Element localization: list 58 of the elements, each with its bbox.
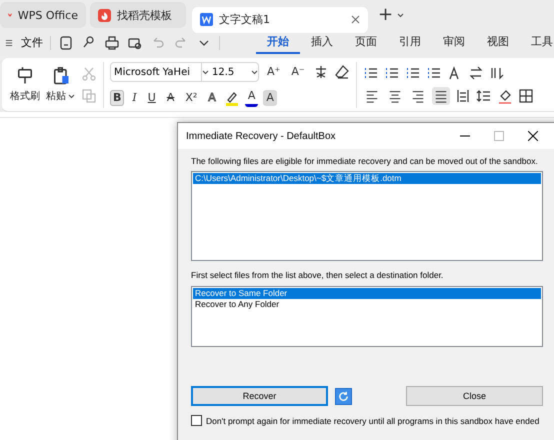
format-button[interactable]: A — [263, 90, 277, 106]
format-button[interactable]: X² — [182, 90, 200, 106]
format-button[interactable]: U — [144, 90, 159, 106]
format-painter-button[interactable]: 格式刷 — [10, 66, 40, 103]
menu-tab[interactable]: 工具 — [520, 32, 554, 54]
destination-list[interactable]: Recover to Same Folder Recover to Any Folder — [191, 286, 543, 347]
format-button[interactable]: A — [205, 90, 219, 106]
caret-icon[interactable] — [251, 70, 258, 74]
refresh-icon — [338, 390, 349, 402]
format-button[interactable]: I — [129, 90, 140, 106]
menu-tab[interactable]: 视图 — [476, 32, 520, 54]
app-tab[interactable]: 找稻壳模板 — [90, 2, 186, 28]
highlighter-icon[interactable] — [224, 90, 240, 106]
hint-text: First select files from the list above, then select a destination folder. — [191, 270, 444, 280]
recover-button[interactable]: Recover — [191, 386, 328, 406]
font-size-field[interactable]: 12.5 — [209, 66, 251, 78]
format-button[interactable]: A — [164, 90, 178, 106]
save-icon[interactable] — [58, 34, 74, 50]
menu-icon[interactable] — [4, 38, 14, 48]
file-item[interactable]: C:\Users\Administrator\Desktop\~$文章通用模板.dotm — [193, 173, 541, 184]
menu-tab[interactable]: 审阅 — [432, 32, 476, 54]
distribute-icon[interactable] — [454, 88, 471, 104]
document-icon — [200, 13, 213, 26]
refresh-button[interactable] — [335, 388, 352, 404]
caret-icon[interactable] — [397, 12, 404, 18]
close-button[interactable]: Close — [406, 386, 543, 406]
font-size-button[interactable]: A⁻ — [288, 64, 308, 80]
print-icon[interactable] — [104, 34, 120, 50]
app-tab[interactable]: WPS Office — [0, 2, 86, 28]
line-spacing-icon[interactable] — [476, 88, 492, 104]
eraser-icon[interactable] — [334, 64, 350, 80]
checkbox-label[interactable]: Don't prompt again for immediate recovery until all programs in this sandbox have ended — [206, 416, 540, 426]
caret-icon[interactable] — [202, 70, 209, 74]
intro-text: The following files are eligible for immediate recovery and can be moved out of the sandbox. — [191, 156, 539, 166]
menu-tab[interactable]: 插入 — [300, 32, 344, 54]
format-button[interactable]: B — [110, 90, 124, 106]
border-icon[interactable] — [518, 88, 534, 104]
format-button[interactable]: A — [244, 88, 258, 107]
menu-tab[interactable]: 页面 — [344, 32, 388, 54]
destination-item[interactable]: Recover to Any Folder — [193, 299, 541, 310]
checkbox[interactable] — [191, 415, 202, 426]
menu-tab[interactable]: 开始 — [256, 32, 300, 54]
menu-tab[interactable]: 引用 — [388, 32, 432, 54]
file-list[interactable]: C:\Users\Administrator\Desktop\~$文章通用模板.dotm — [191, 171, 543, 261]
destination-item[interactable]: Recover to Same Folder — [193, 288, 541, 299]
align-button[interactable] — [432, 86, 450, 104]
app-tab[interactable]: 文字文稿1 — [192, 6, 368, 32]
swap-icon[interactable] — [468, 64, 484, 80]
new-tab-button[interactable]: + — [378, 6, 394, 24]
font-name-field[interactable]: Microsoft YaHei — [111, 63, 202, 81]
close-icon[interactable] — [528, 131, 538, 141]
paste-button[interactable]: 粘贴 — [46, 66, 75, 103]
dialog-title: Immediate Recovery - DefaultBox — [186, 130, 336, 142]
caret-icon[interactable] — [68, 94, 75, 98]
font-size-button[interactable]: A⁺ — [264, 64, 284, 80]
fill-icon[interactable] — [496, 88, 513, 104]
file-menu[interactable]: 文件 — [21, 35, 43, 50]
flame-icon — [98, 8, 111, 22]
